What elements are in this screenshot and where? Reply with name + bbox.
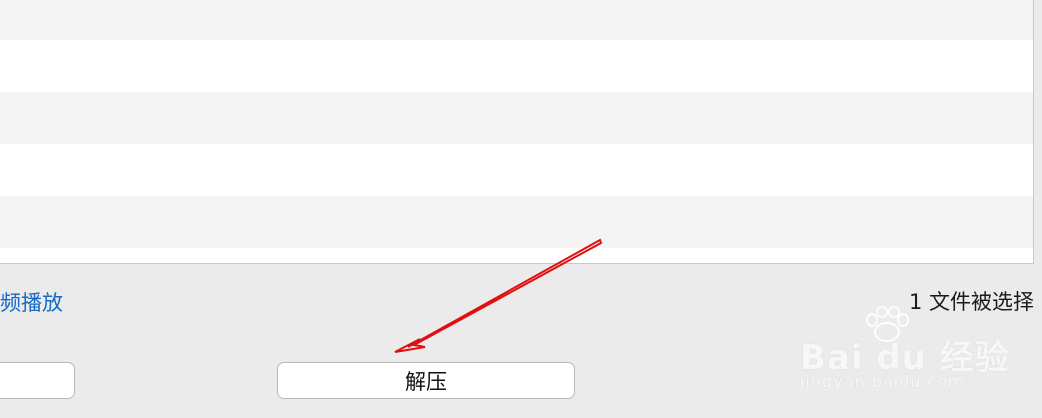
list-row[interactable]	[0, 248, 1033, 262]
list-row[interactable]	[0, 40, 1033, 92]
list-row[interactable]	[0, 144, 1033, 196]
watermark-url: jingyan.baidu.com	[800, 372, 965, 391]
selection-status: 1 文件被选择	[908, 290, 1034, 314]
extract-button[interactable]: 解压	[277, 362, 575, 399]
list-row[interactable]	[0, 196, 1033, 248]
list-row[interactable]	[0, 0, 1033, 40]
list-row[interactable]	[0, 92, 1033, 144]
video-play-link[interactable]: 频播放	[0, 287, 63, 317]
file-list[interactable]	[0, 0, 1034, 264]
left-button[interactable]	[0, 362, 75, 399]
